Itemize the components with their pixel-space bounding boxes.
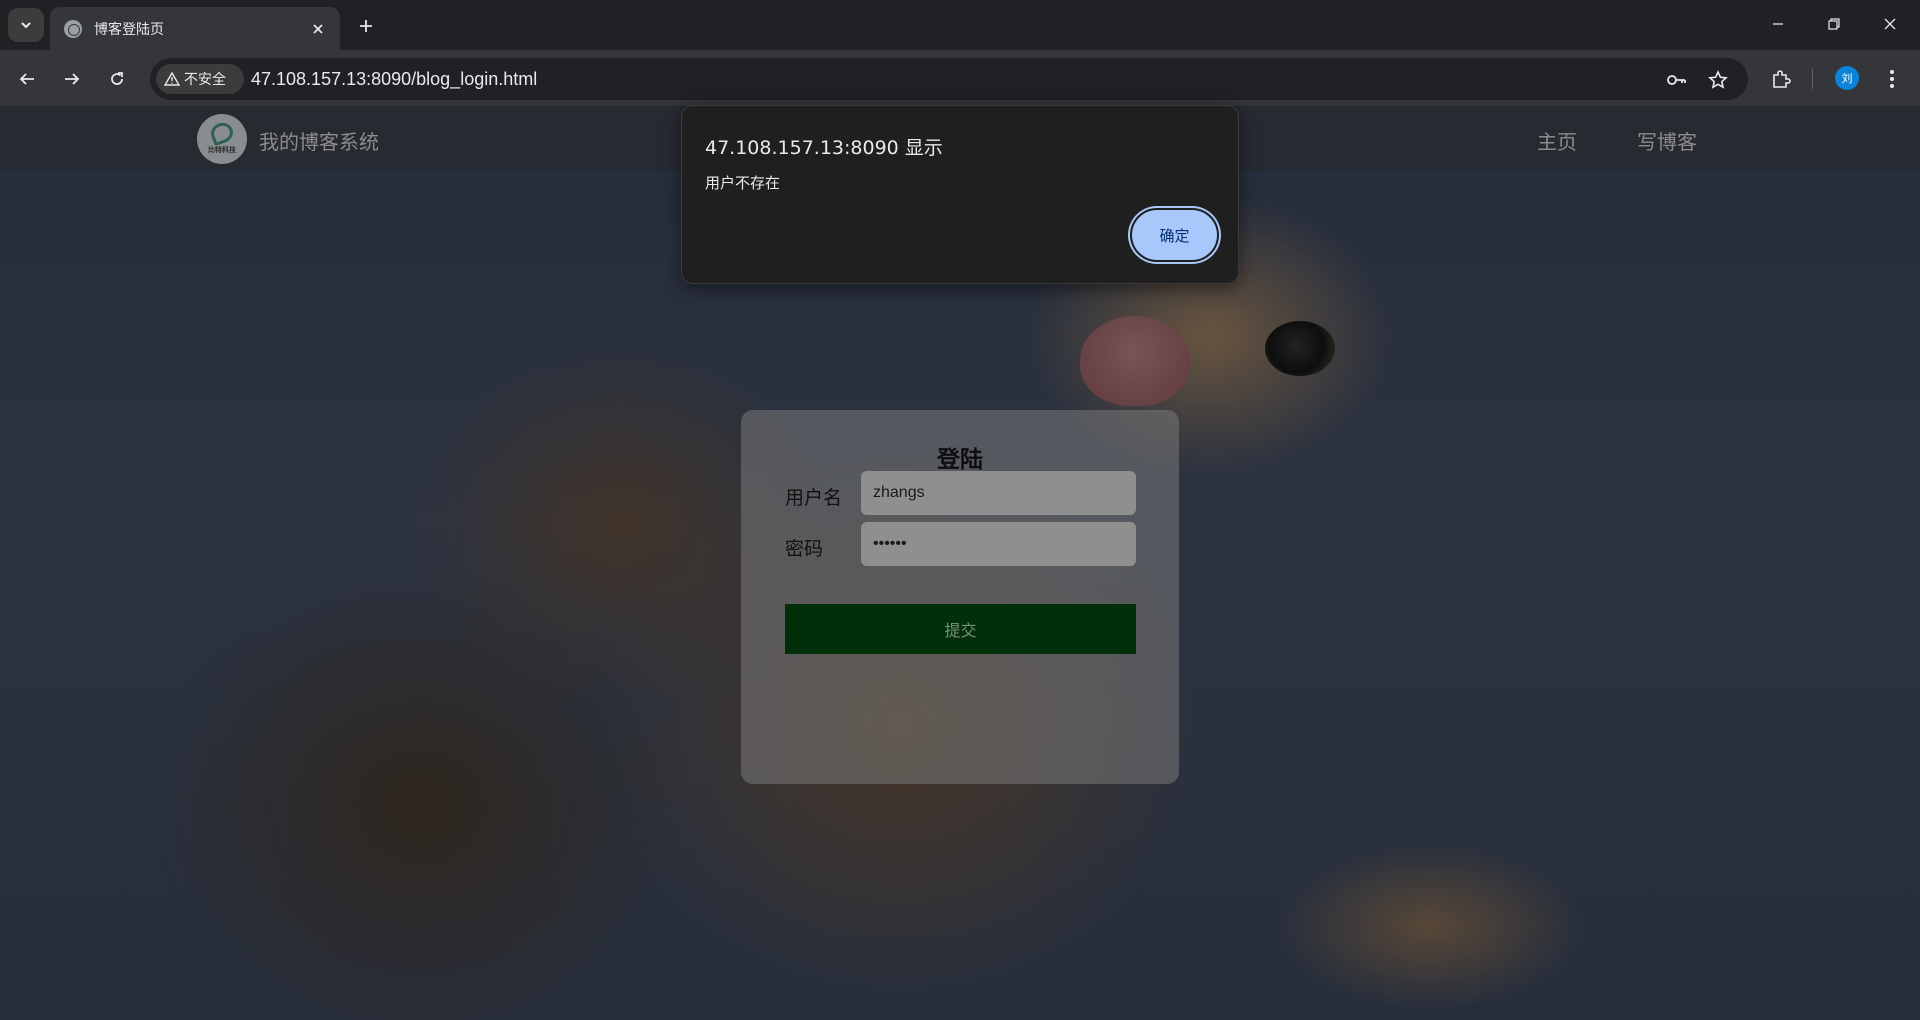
password-input[interactable]: •••••• [861,522,1136,566]
site-title: 我的博客系统 [259,130,379,154]
url-text[interactable]: 47.108.157.13:8090/blog_login.html [251,69,537,90]
address-bar[interactable]: 不安全 47.108.157.13:8090/blog_login.html [150,58,1748,100]
bookmark-button[interactable] [1706,68,1730,92]
site-logo: 比特科技 [197,114,247,164]
toolbar-divider [1812,69,1813,89]
minimize-button[interactable] [1750,0,1806,48]
globe-icon [64,19,82,38]
username-label: 用户名 [785,487,843,509]
alert-title: 47.108.157.13:8090 显示 [705,137,943,159]
new-tab-button[interactable] [352,12,380,40]
nav-home-link[interactable]: 主页 [1537,126,1577,155]
alert-message: 用户不存在 [705,174,781,192]
close-window-button[interactable] [1862,0,1918,48]
menu-button[interactable] [1877,64,1907,94]
tab-strip: 博客登陆页 [0,0,1920,50]
kebab-menu-icon [1890,70,1894,88]
username-input[interactable]: zhangs [861,471,1136,515]
extensions-button[interactable] [1766,64,1796,94]
submit-button[interactable]: 提交 [785,604,1136,654]
chevron-down-icon [21,22,31,29]
arrow-right-icon [65,73,80,85]
alert-ok-button[interactable]: 确定 [1132,210,1217,260]
alert-dialog: 47.108.157.13:8090 显示 用户不存在 确定 [681,105,1239,284]
logo-leaf-icon [208,119,236,147]
profile-avatar[interactable]: 刘 [1835,66,1859,90]
tab-close-button[interactable] [308,19,328,39]
plus-icon [360,20,372,32]
reload-icon [111,72,123,85]
restore-icon [1828,18,1840,30]
password-label: 密码 [785,538,824,560]
tab-search-button[interactable] [8,8,44,42]
star-icon [1708,70,1728,89]
close-icon [1884,18,1896,30]
minimize-icon [1773,23,1783,25]
warning-icon [164,71,180,86]
logo-text: 比特科技 [208,146,236,154]
tab-title: 博客登陆页 [94,21,164,38]
arrow-left-icon [19,73,34,85]
forward-button[interactable] [57,64,87,94]
security-label: 不安全 [184,72,226,88]
back-button[interactable] [12,64,42,94]
puzzle-icon [1773,70,1791,88]
nav-write-blog-link[interactable]: 写博客 [1637,126,1697,155]
key-icon [1667,75,1686,85]
close-icon [313,23,323,34]
security-chip[interactable]: 不安全 [156,64,244,94]
login-card: 登陆 用户名 zhangs 密码 •••••• 提交 [741,410,1179,784]
restore-button[interactable] [1806,0,1862,48]
password-key-button[interactable] [1664,68,1688,92]
login-title: 登陆 [937,447,983,473]
reload-button[interactable] [102,64,132,94]
browser-toolbar: 不安全 47.108.157.13:8090/blog_login.html 刘 [0,50,1920,106]
active-tab[interactable]: 博客登陆页 [50,7,340,50]
